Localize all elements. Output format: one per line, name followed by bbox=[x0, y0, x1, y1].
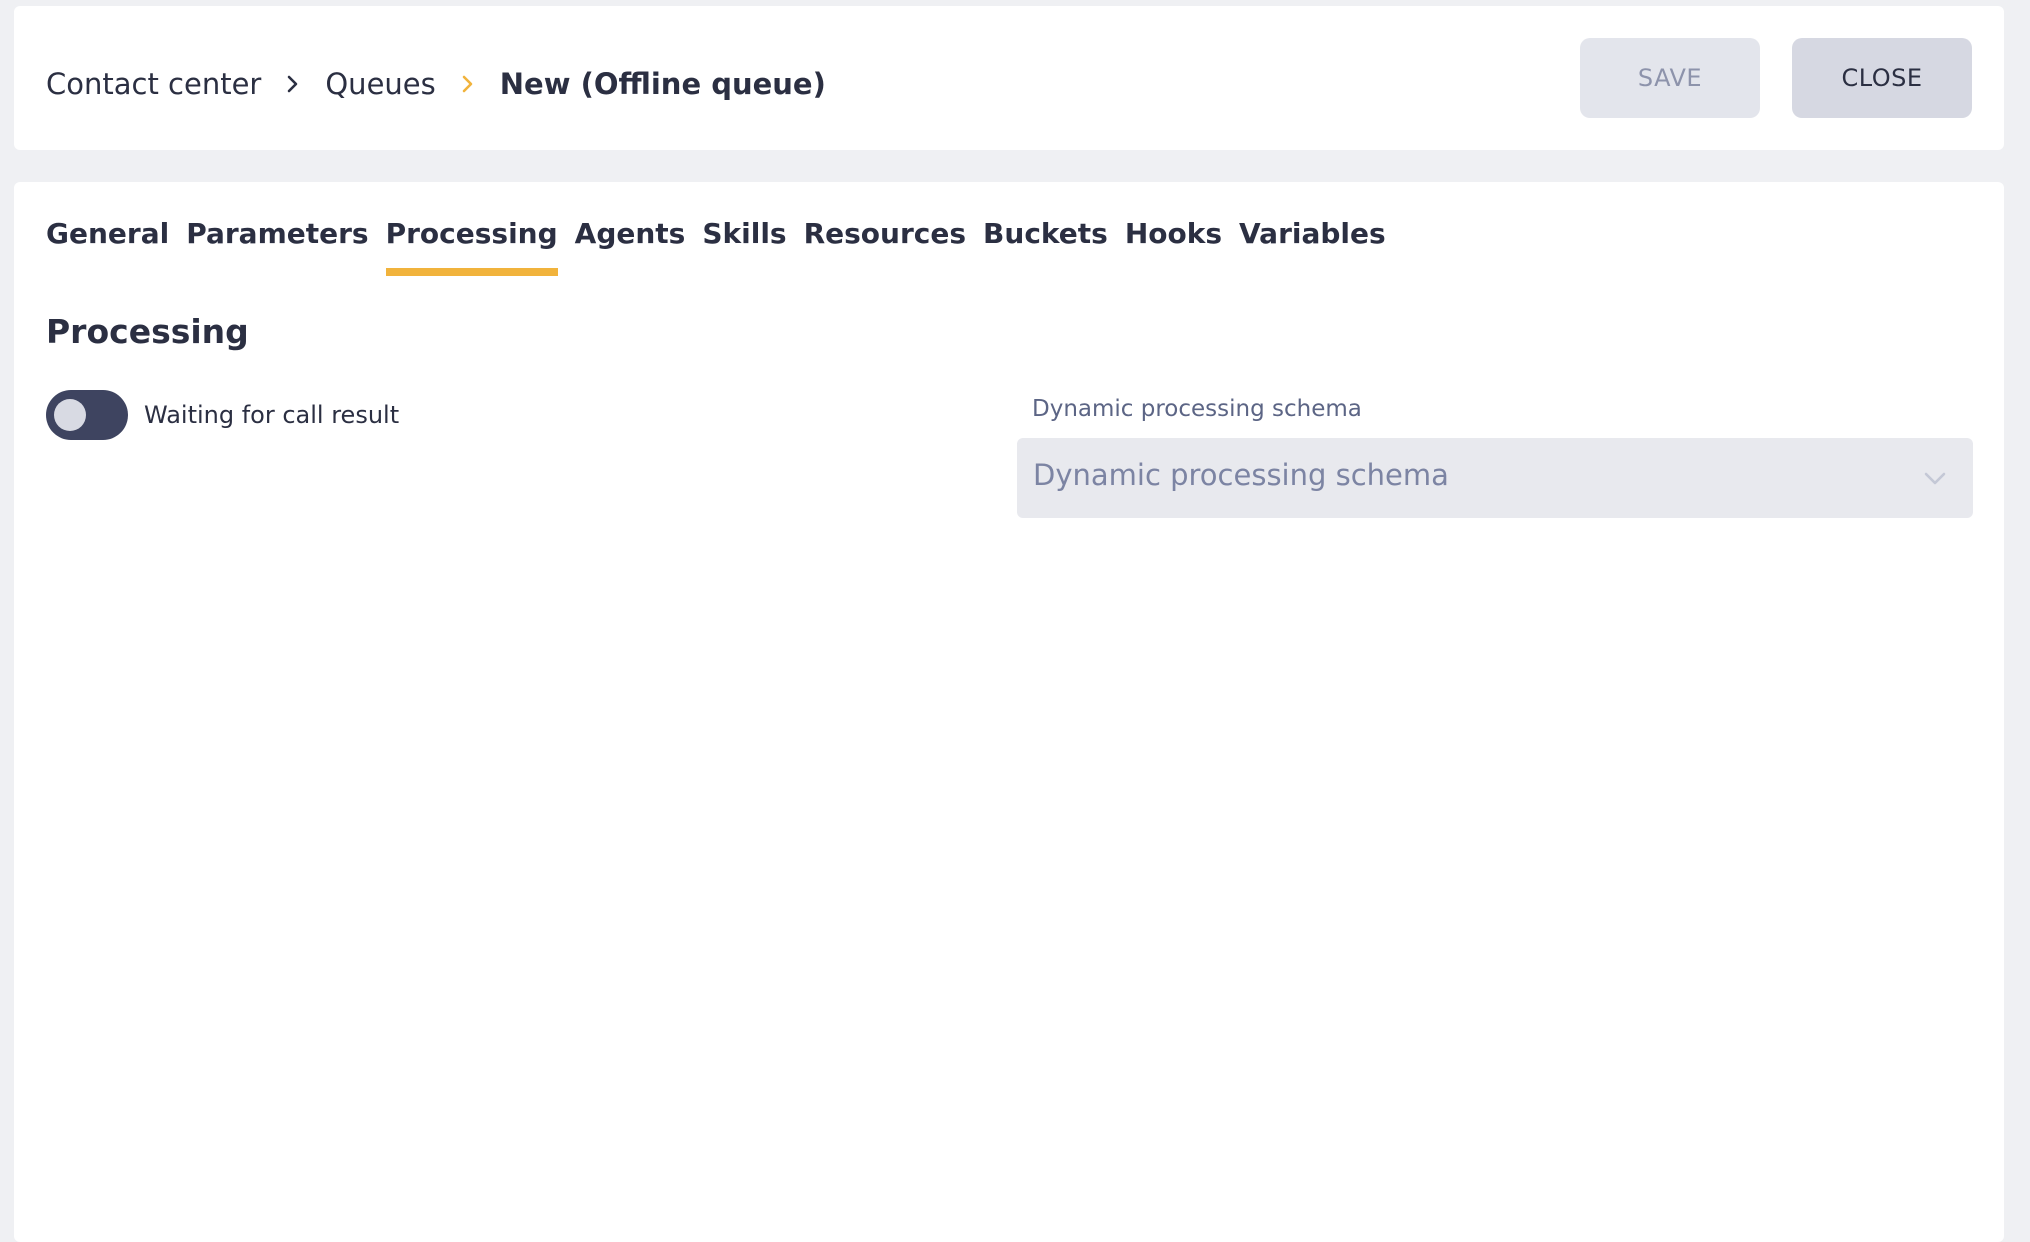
tab-bar: General Parameters Processing Agents Ski… bbox=[46, 214, 1403, 278]
tab-variables[interactable]: Variables bbox=[1239, 214, 1386, 278]
tab-resources[interactable]: Resources bbox=[804, 214, 966, 278]
waiting-toggle-row: Waiting for call result bbox=[46, 390, 399, 440]
section-title: Processing bbox=[46, 312, 249, 351]
close-button[interactable]: CLOSE bbox=[1792, 38, 1972, 118]
tab-agents[interactable]: Agents bbox=[575, 214, 686, 278]
tab-buckets[interactable]: Buckets bbox=[983, 214, 1108, 278]
chevron-down-icon bbox=[1917, 460, 1953, 496]
tab-processing[interactable]: Processing bbox=[385, 214, 558, 278]
dynamic-schema-select[interactable]: Dynamic processing schema bbox=[1017, 438, 1973, 518]
tab-skills[interactable]: Skills bbox=[702, 214, 786, 278]
waiting-for-call-result-toggle[interactable] bbox=[46, 390, 128, 440]
toggle-knob bbox=[54, 399, 86, 431]
tab-general[interactable]: General bbox=[46, 214, 169, 278]
content-panel: General Parameters Processing Agents Ski… bbox=[14, 182, 2004, 1242]
chevron-right-icon bbox=[436, 74, 500, 94]
dynamic-schema-placeholder: Dynamic processing schema bbox=[1033, 458, 1449, 492]
tab-hooks[interactable]: Hooks bbox=[1125, 214, 1222, 278]
breadcrumb-queues[interactable]: Queues bbox=[325, 67, 435, 101]
tab-parameters[interactable]: Parameters bbox=[186, 214, 368, 278]
breadcrumb-current: New (Offline queue) bbox=[499, 67, 826, 101]
chevron-right-icon bbox=[261, 74, 325, 94]
toggle-label: Waiting for call result bbox=[144, 401, 400, 429]
save-button[interactable]: SAVE bbox=[1580, 38, 1760, 118]
breadcrumb: Contact center Queues New (Offline queue… bbox=[46, 58, 826, 110]
page-header: Contact center Queues New (Offline queue… bbox=[14, 6, 2004, 150]
breadcrumb-contact-center[interactable]: Contact center bbox=[46, 67, 261, 101]
dynamic-schema-label: Dynamic processing schema bbox=[1032, 396, 1362, 422]
